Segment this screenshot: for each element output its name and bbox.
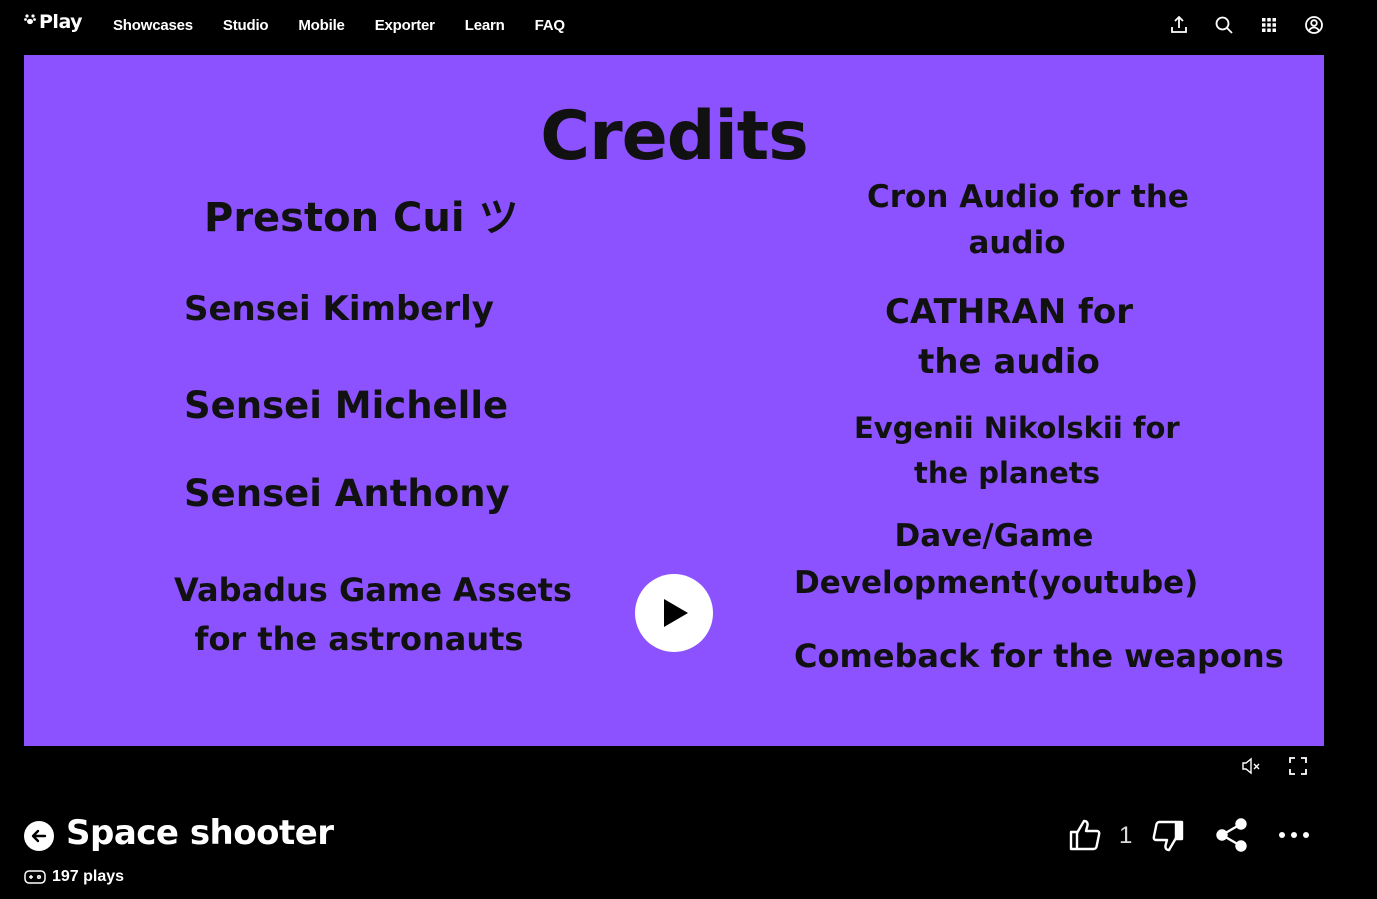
back-button[interactable] [24, 821, 54, 851]
credit-evgenii-line2: the planets [914, 456, 1100, 490]
paw-icon [24, 14, 36, 25]
game-stage[interactable]: Credits Preston Cui ツ Sensei Kimberly Se… [24, 55, 1324, 746]
credit-kimberly: Sensei Kimberly [184, 289, 494, 329]
gamepad-icon [24, 870, 46, 884]
credit-cron-line2: audio [968, 225, 1066, 261]
plays-text: 197 plays [52, 868, 125, 885]
apps-grid-icon[interactable] [1258, 14, 1280, 36]
upload-icon[interactable] [1168, 14, 1190, 36]
share-icon[interactable] [1214, 817, 1250, 853]
like-count: 1 [1119, 822, 1133, 849]
credit-comeback: Comeback for the weapons [794, 637, 1284, 675]
nav-item-studio[interactable]: Studio [223, 17, 269, 34]
logo-text: Play [39, 11, 83, 33]
credit-evgenii-line1: Evgenii Nikolskii for [854, 411, 1180, 445]
thumbs-up-icon[interactable] [1067, 817, 1103, 853]
credit-cathran-line2: the audio [918, 342, 1100, 382]
credit-vabadus-line2: for the astronauts [194, 620, 524, 658]
plays-count: 197 plays [24, 868, 124, 886]
credits-title: Credits [540, 97, 809, 176]
arrow-left-icon [31, 829, 47, 843]
nav-item-learn[interactable]: Learn [465, 17, 505, 34]
credit-vabadus-line1: Vabadus Game Assets [174, 571, 572, 609]
logo[interactable]: Play [24, 10, 83, 34]
nav-item-mobile[interactable]: Mobile [298, 17, 345, 34]
mute-icon[interactable] [1240, 755, 1262, 777]
credit-michelle: Sensei Michelle [184, 384, 509, 427]
play-icon [664, 599, 688, 627]
game-title: Space shooter [66, 813, 334, 853]
thumbs-down-icon[interactable] [1150, 818, 1186, 854]
nav-item-faq[interactable]: FAQ [535, 17, 565, 34]
play-button[interactable] [635, 574, 713, 652]
nav-item-exporter[interactable]: Exporter [375, 17, 435, 34]
credit-cathran-line1: CATHRAN for [885, 292, 1133, 332]
search-icon[interactable] [1213, 14, 1235, 36]
nav-item-showcases[interactable]: Showcases [113, 17, 193, 34]
top-nav-bar: Play Showcases Studio Mobile Exporter Le… [0, 0, 1377, 50]
credit-dave-line1: Dave/Game [894, 518, 1094, 554]
credit-cron-line1: Cron Audio for the [867, 179, 1189, 215]
credit-anthony: Sensei Anthony [184, 472, 510, 515]
credit-preston: Preston Cui ツ [204, 195, 519, 241]
main-nav: Showcases Studio Mobile Exporter Learn F… [113, 0, 595, 50]
credit-dave-line2: Development(youtube) [794, 565, 1199, 601]
account-icon[interactable] [1303, 14, 1325, 36]
fullscreen-icon[interactable] [1287, 755, 1309, 777]
more-options-icon[interactable] [1278, 825, 1310, 845]
